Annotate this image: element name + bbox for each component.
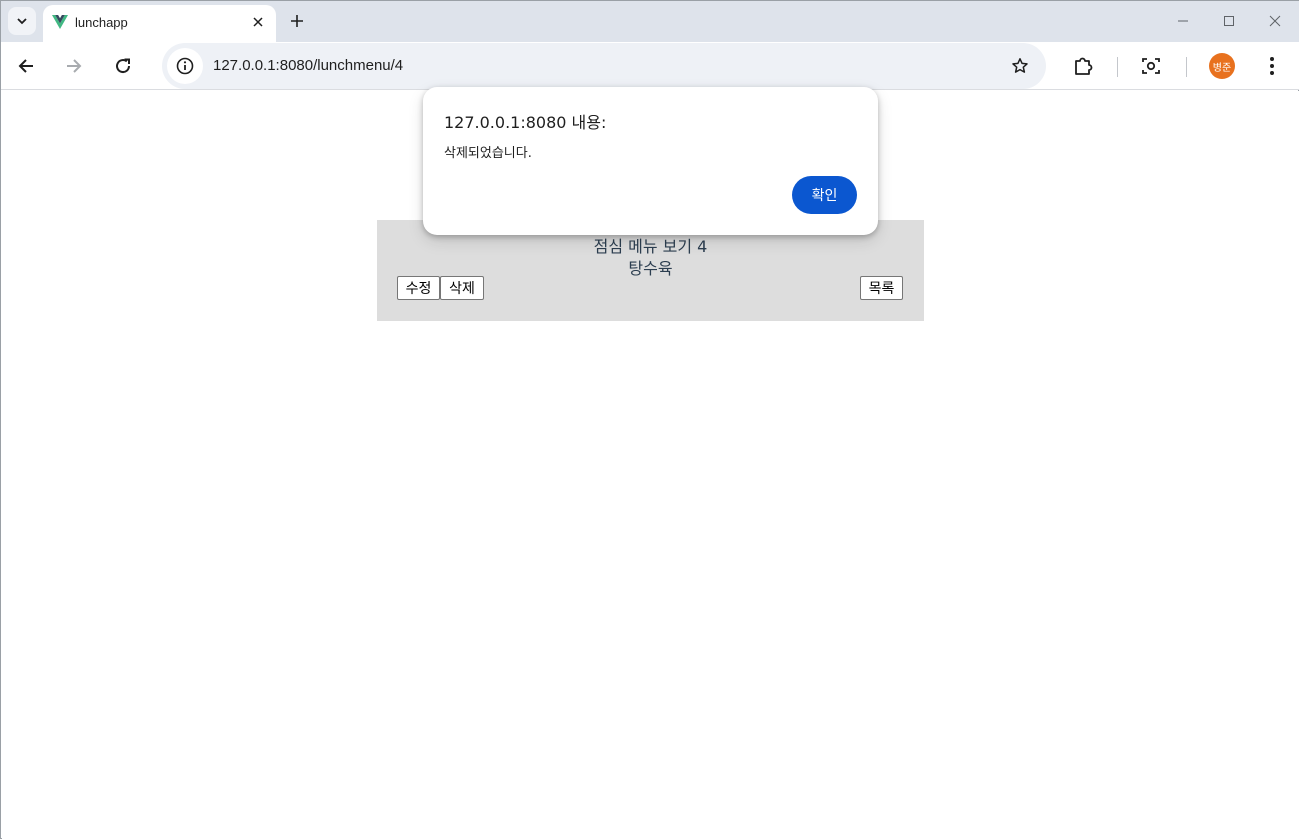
alert-dialog: 127.0.0.1:8080 내용: 삭제되었습니다. 확인 — [423, 87, 878, 235]
star-icon — [1012, 58, 1028, 73]
maximize-icon — [1224, 16, 1234, 26]
tab-search-button[interactable] — [8, 7, 36, 35]
tab-close-button[interactable] — [247, 11, 269, 33]
screenshot-button[interactable] — [1135, 50, 1167, 82]
delete-button[interactable]: 삭제 — [440, 276, 484, 300]
plus-icon — [291, 15, 303, 27]
browser-window: lunchapp 127.0.0.1:8080/lunchmenu/4 병준 점… — [0, 0, 1299, 839]
site-info-button[interactable] — [167, 48, 203, 84]
ok-button[interactable]: 확인 — [792, 176, 857, 214]
camera-icon — [1142, 58, 1160, 74]
new-tab-button[interactable] — [285, 9, 309, 33]
extensions-button[interactable] — [1067, 50, 1099, 82]
close-icon — [1269, 15, 1281, 27]
puzzle-icon — [1075, 57, 1093, 75]
reload-button[interactable] — [107, 50, 139, 82]
maximize-button[interactable] — [1215, 9, 1243, 33]
tab-title: lunchapp — [75, 15, 128, 30]
page-title: 점심 메뉴 보기 4 — [593, 237, 708, 256]
window-close-button[interactable] — [1261, 9, 1289, 33]
url-text[interactable]: 127.0.0.1:8080/lunchmenu/4 — [213, 57, 403, 74]
back-button[interactable] — [10, 50, 42, 82]
arrow-right-icon — [67, 59, 82, 73]
profile-avatar[interactable]: 병준 — [1209, 53, 1235, 79]
browser-toolbar: 127.0.0.1:8080/lunchmenu/4 병준 — [1, 42, 1299, 90]
tab-active[interactable]: lunchapp — [43, 5, 276, 42]
reload-icon — [116, 58, 131, 74]
lunch-menu-panel: 점심 메뉴 보기 4 탕수육 수정 삭제 목록 — [377, 220, 924, 321]
edit-button[interactable]: 수정 — [397, 276, 440, 300]
arrow-left-icon — [18, 59, 33, 73]
info-icon — [176, 57, 194, 75]
toolbar-separator — [1117, 57, 1118, 77]
menu-button[interactable] — [1256, 50, 1288, 82]
close-icon — [253, 17, 263, 27]
list-button[interactable]: 목록 — [860, 276, 903, 300]
tab-strip: lunchapp — [1, 1, 1299, 42]
toolbar-separator — [1186, 57, 1187, 77]
vue-logo-icon — [52, 15, 68, 29]
chevron-down-icon — [17, 18, 27, 25]
bookmark-button[interactable] — [1008, 54, 1032, 78]
dialog-message: 삭제되었습니다. — [444, 146, 532, 161]
minimize-icon — [1178, 20, 1188, 22]
address-bar[interactable]: 127.0.0.1:8080/lunchmenu/4 — [162, 43, 1046, 89]
minimize-button[interactable] — [1169, 9, 1197, 33]
dialog-title: 127.0.0.1:8080 내용: — [444, 113, 607, 132]
forward-button[interactable] — [58, 50, 90, 82]
more-vertical-icon — [1270, 57, 1274, 75]
